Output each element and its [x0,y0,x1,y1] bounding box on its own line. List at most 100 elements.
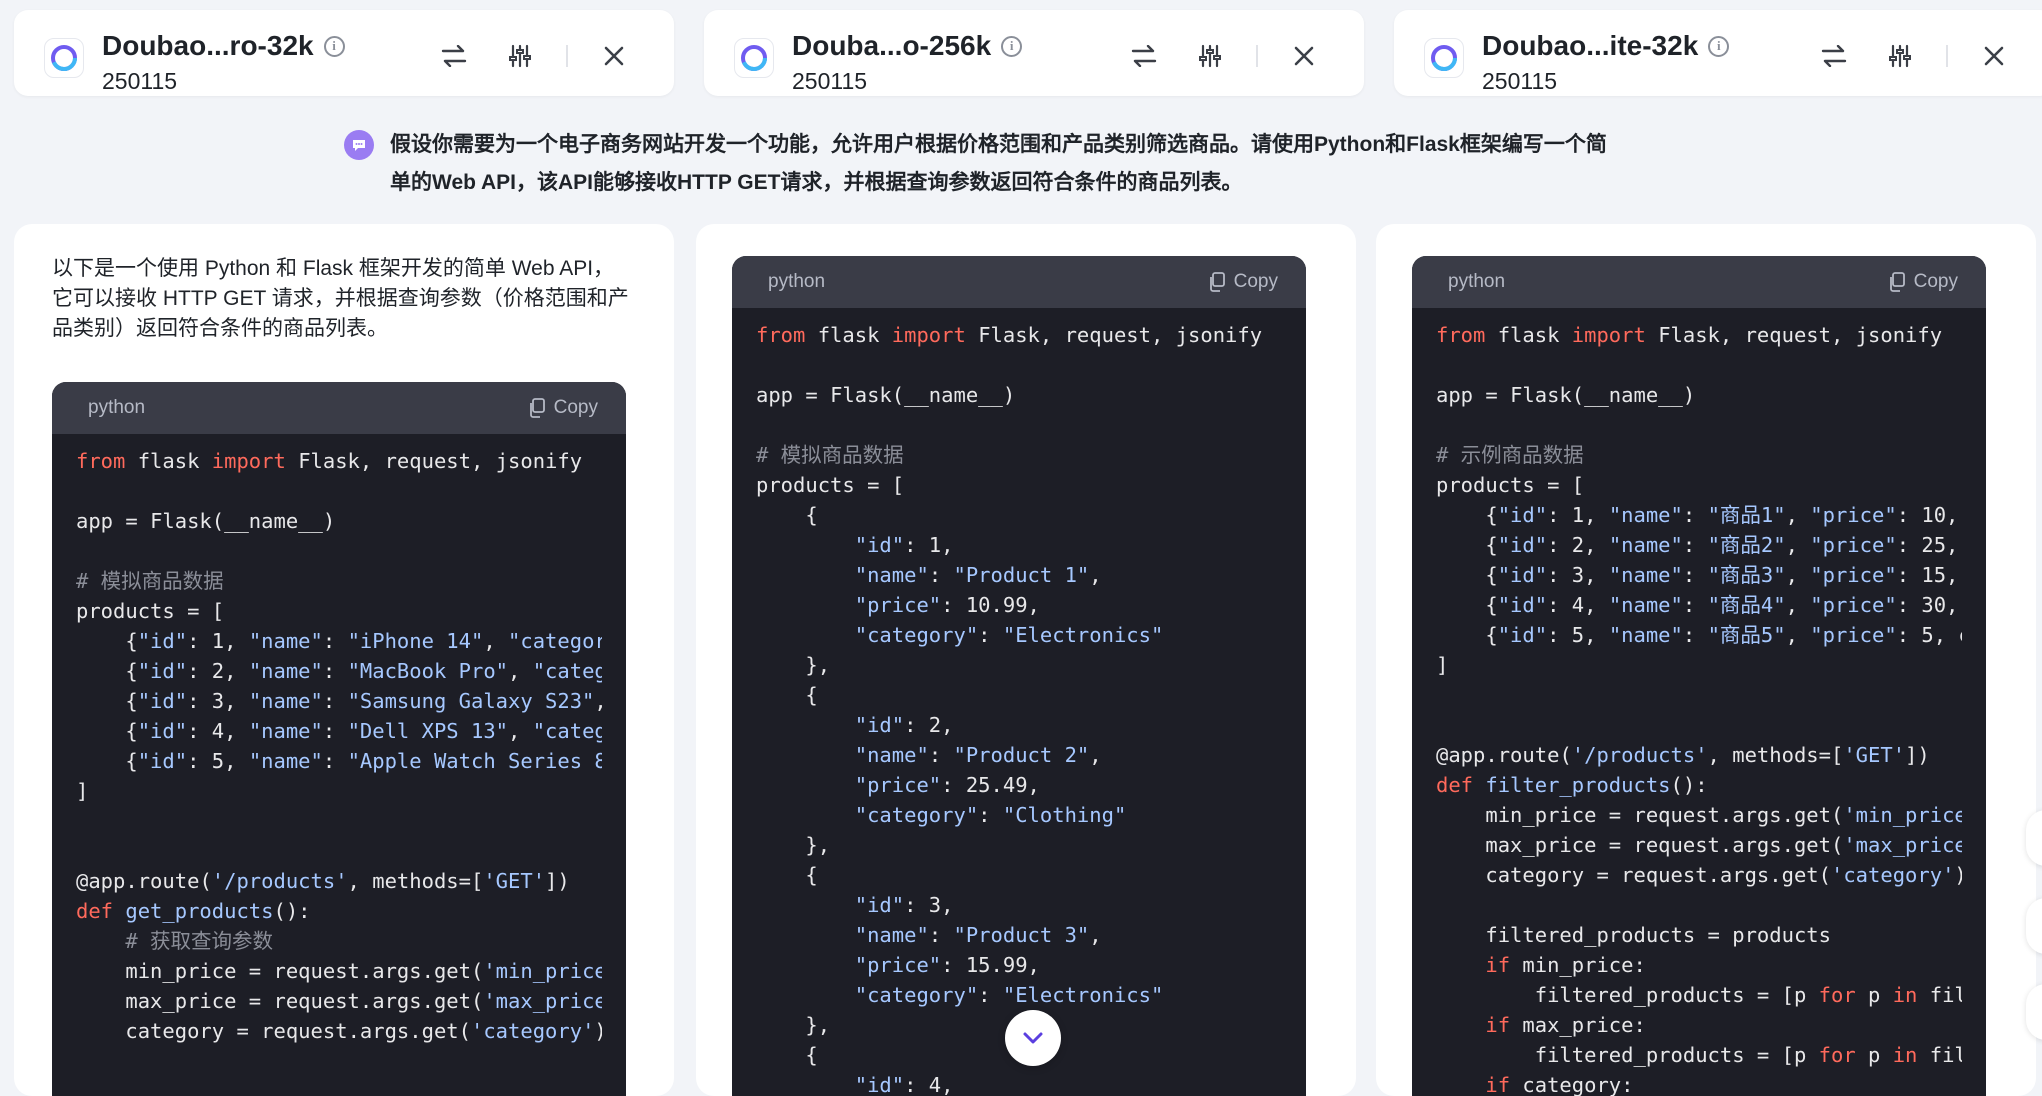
code-line: "id": 4, [854,1073,954,1096]
code-line: # 获取查询参数 [76,929,274,953]
swap-icon[interactable] [1124,36,1164,76]
question-line: 单的Web API，该API能够接收HTTP GET请求，并根据查询参数返回符合… [390,171,1243,194]
model-card-2: Douba...o-256k i 250115 [704,10,1364,96]
code-line: app = Flask(__name__) [1436,383,1696,407]
code-line: "name": "Product 3", [854,923,1102,947]
code-line: "category": "Clothing" [854,803,1127,827]
code-line: ] [1436,653,1449,677]
info-icon[interactable]: i [323,35,345,57]
model-name: Douba...o-256k i [792,30,1023,62]
code-line: def get_products(): [76,899,311,923]
info-icon[interactable]: i [1001,35,1023,57]
close-icon[interactable] [594,36,634,76]
code-line: "price": 10.99, [854,593,1040,617]
info-icon[interactable]: i [1708,35,1730,57]
model-name-text: Doubao...ro-32k [102,30,314,61]
model-card-3: Doubao...ite-32k i 250115 [1394,10,2042,96]
doubao-logo-icon [44,38,84,78]
code-line: filtered_products = [p for p in fil [1534,983,1962,1007]
sliders-icon[interactable] [1190,36,1230,76]
code-block: python Copy from flask import Flask, req… [732,256,1306,1096]
code-line: "category": "Electronics" [854,983,1164,1007]
code-language: python [88,397,146,418]
code-line: category = request.args.get('category') [1485,863,1962,887]
code-body: from flask import Flask, request, jsonif… [52,434,626,1046]
divider [566,45,568,67]
code-line: {"id": 5, "name": "Apple Watch Series 8"… [76,749,602,773]
model-version: 250115 [792,68,868,94]
code-line: { [756,863,818,887]
code-line: "price": 15.99, [854,953,1040,977]
code-line: if max_price: [1485,1013,1646,1037]
code-line: "id": 3, [854,893,954,917]
code-line: from flask import Flask, request, jsonif… [1436,323,1943,347]
code-line: from flask import Flask, request, jsonif… [756,323,1263,347]
copy-label: Copy [553,397,598,418]
code-block-header: python Copy [1412,256,1986,308]
copy-label: Copy [1913,271,1958,292]
answer-panel-2: python Copy from flask import Flask, req… [696,224,1356,1096]
code-line: # 模拟商品数据 [756,443,904,467]
code-line: {"id": 5, "name": "商品5", "price": 5, cat… [1436,623,1962,647]
code-line: products = [ [1436,473,1585,497]
scroll-down-button[interactable] [1005,1010,1061,1066]
copy-button[interactable]: Copy [1208,271,1278,293]
answer-panel-1: 以下是一个使用 Python 和 Flask 框架开发的简单 Web API，它… [14,224,674,1096]
code-line: { [756,683,818,707]
code-block-header: python Copy [52,382,626,434]
code-line: {"id": 4, "name": "商品4", "price": 30, ca… [1436,593,1959,617]
copy-button[interactable]: Copy [528,397,598,419]
code-line: min_price = request.args.get('min_price'… [1485,803,1962,827]
code-body: from flask import Flask, request, jsonif… [1412,308,1986,1096]
code-line: if min_price: [1485,953,1646,977]
code-line: "category": "Electronics" [854,623,1164,647]
code-line: # 模拟商品数据 [76,569,224,593]
question-text: 假设你需要为一个电子商务网站开发一个功能，允许用户根据价格范围和产品类别筛选商品… [390,126,1644,202]
sliders-icon[interactable] [500,36,540,76]
user-avatar-icon [344,130,374,160]
sliders-icon[interactable] [1880,36,1920,76]
model-actions [434,36,634,76]
close-icon[interactable] [1284,36,1324,76]
code-line: "name": "Product 1", [854,563,1102,587]
model-version: 250115 [1482,68,1558,94]
code-line: @app.route('/products', methods=['GET']) [76,869,570,893]
model-version: 250115 [102,68,178,94]
code-line: category = request.args.get('category') [125,1019,602,1043]
model-actions [1814,36,2014,76]
code-body: from flask import Flask, request, jsonif… [732,308,1306,1096]
code-line: filtered_products = products [1485,923,1831,947]
code-line: from flask import Flask, request, jsonif… [76,449,583,473]
copy-label: Copy [1233,271,1278,292]
divider [1946,45,1948,67]
code-line: min_price = request.args.get('min_price'… [125,959,602,983]
code-line: {"id": 1, "name": "iPhone 14", "category… [76,629,602,653]
doubao-logo-icon [1424,38,1464,78]
code-line: # 示例商品数据 [1436,443,1584,467]
model-actions [1124,36,1324,76]
swap-icon[interactable] [1814,36,1854,76]
copy-icon [1209,272,1225,292]
model-name: Doubao...ite-32k i [1482,30,1730,62]
divider [1256,45,1258,67]
answer-panel-3: python Copy from flask import Flask, req… [1376,224,2036,1096]
copy-button[interactable]: Copy [1888,271,1958,293]
code-line: filtered_products = [p for p in fil [1534,1043,1962,1067]
answer-intro: 以下是一个使用 Python 和 Flask 框架开发的简单 Web API，它… [52,257,629,340]
close-icon[interactable] [1974,36,2014,76]
copy-icon [529,398,545,418]
code-line: max_price = request.args.get('max_price'… [125,989,602,1013]
code-line: {"id": 2, "name": "MacBook Pro", "catego… [76,659,602,683]
swap-icon[interactable] [434,36,474,76]
code-block: python Copy from flask import Flask, req… [1412,256,1986,1096]
